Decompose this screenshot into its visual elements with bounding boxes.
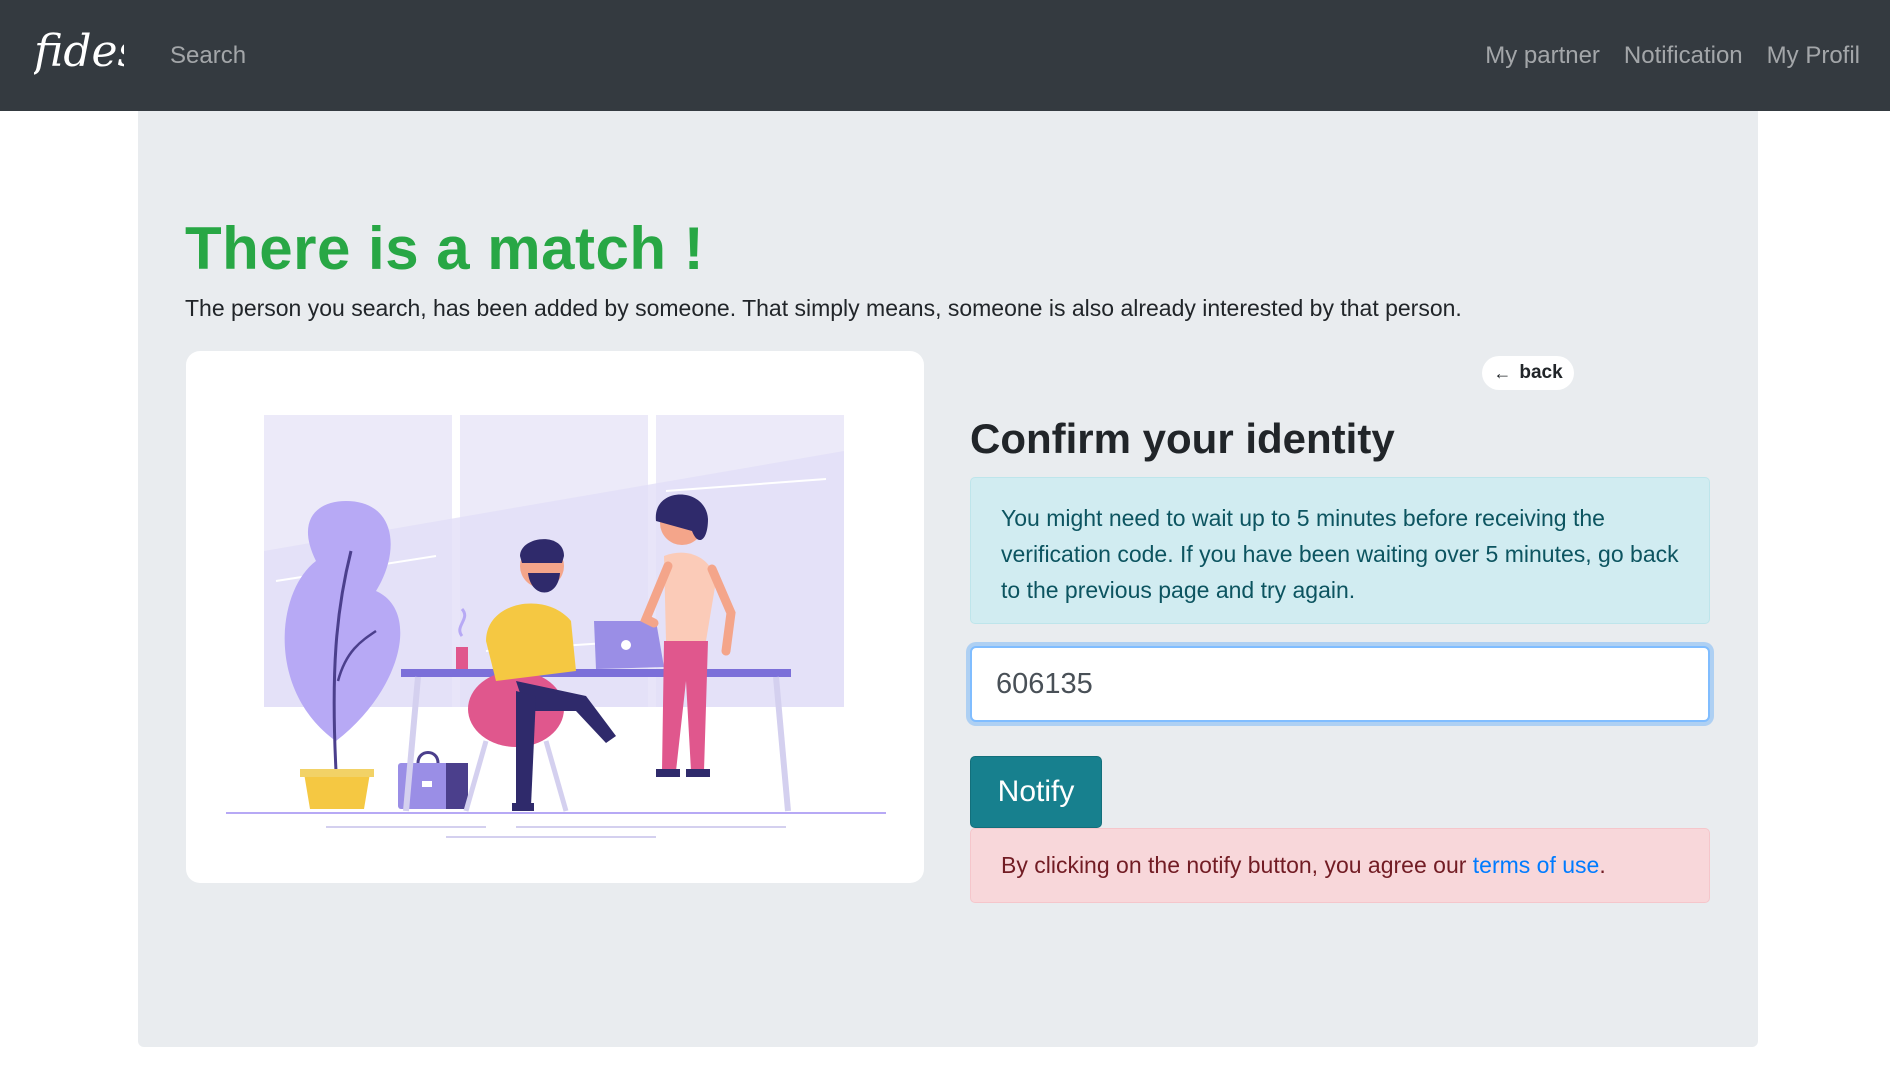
confirm-identity-title: Confirm your identity <box>970 415 1395 462</box>
terms-suffix-text: . <box>1599 852 1606 878</box>
nav-search-link[interactable]: Search <box>170 42 246 70</box>
verification-info-alert: You might need to wait up to 5 minutes b… <box>970 477 1710 624</box>
nav-notification-link[interactable]: Notification <box>1624 42 1743 70</box>
nav-my-profil-link[interactable]: My Profil <box>1767 42 1860 70</box>
terms-prefix-text: By clicking on the notify button, you ag… <box>1001 852 1473 878</box>
arrow-left-icon: ← <box>1493 362 1512 383</box>
terms-alert: By clicking on the notify button, you ag… <box>970 828 1710 903</box>
illustration-card <box>186 351 924 883</box>
fides-logo[interactable]: fides <box>34 20 124 84</box>
nav-my-partner-link[interactable]: My partner <box>1485 42 1600 70</box>
notify-button[interactable]: Notify <box>970 756 1102 828</box>
terms-of-use-link[interactable]: terms of use <box>1473 852 1600 878</box>
match-description: The person you search, has been added by… <box>185 295 1462 321</box>
verification-code-input[interactable] <box>970 646 1710 722</box>
match-title: There is a match ! <box>185 215 705 282</box>
nav-right-links: My partner Notification My Profil <box>1485 42 1860 70</box>
office-illustration <box>226 415 886 838</box>
svg-text:fides: fides <box>34 26 124 77</box>
top-navbar: fides Search My partner Notification My … <box>0 0 1890 111</box>
back-button[interactable]: ← back <box>1482 356 1574 390</box>
back-button-label: back <box>1519 362 1563 383</box>
